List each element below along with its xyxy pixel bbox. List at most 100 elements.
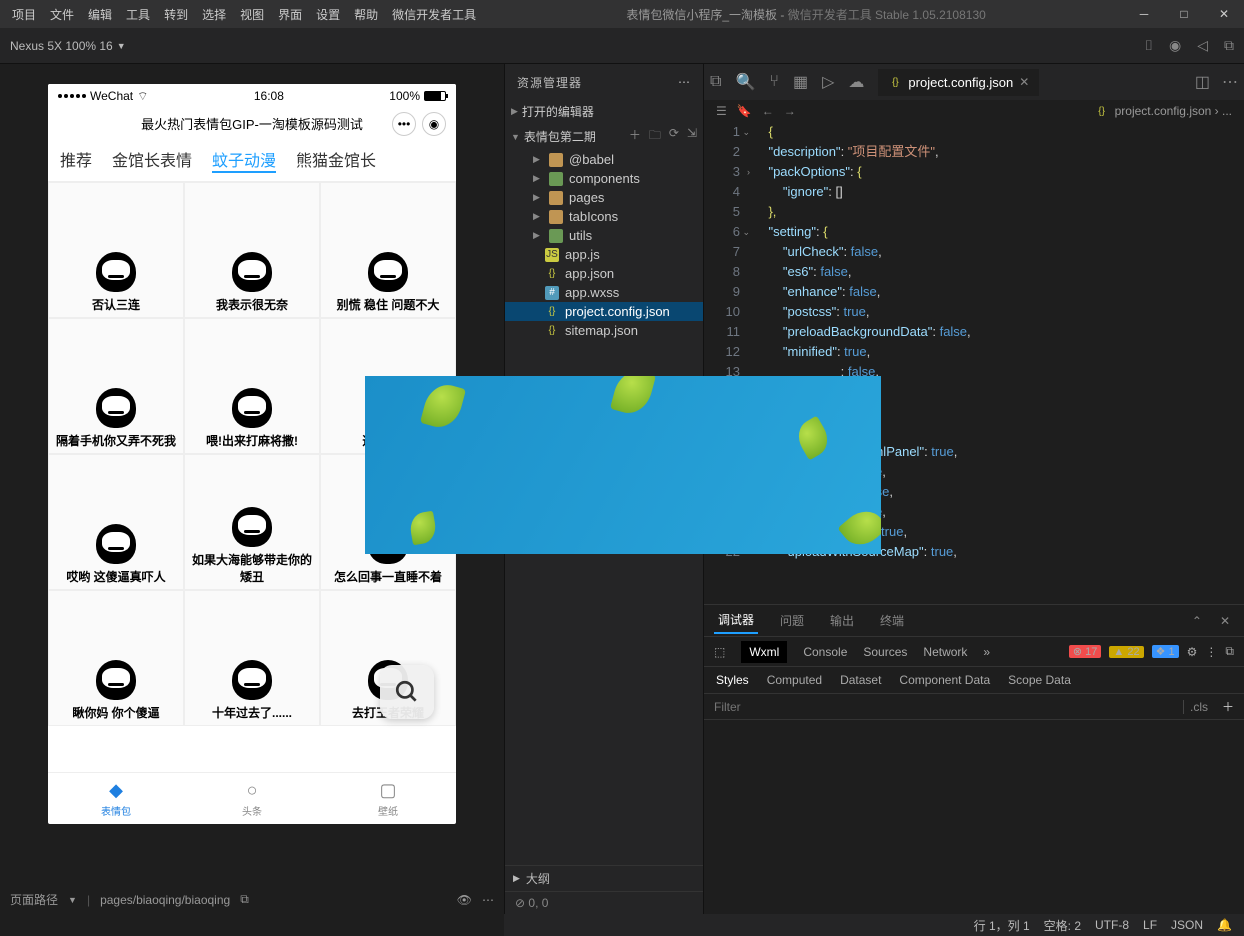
more-button[interactable]: ••• (392, 112, 416, 136)
caret-pos[interactable]: 行 1，列 1 (974, 917, 1030, 934)
project-root-section[interactable]: ▼表情包第二期 ＋ 🗀 ⟳ ⇲ (505, 123, 703, 150)
emoji-cell[interactable]: 哎哟 这傻逼真吓人 (48, 454, 184, 590)
folder-node[interactable]: ▶utils (505, 226, 703, 245)
fwd-icon[interactable]: → (784, 104, 796, 118)
encoding[interactable]: UTF-8 (1095, 918, 1129, 932)
send-icon[interactable]: ◁ (1197, 37, 1208, 54)
menu-item[interactable]: 选择 (196, 3, 232, 26)
styles-tab[interactable]: Styles (716, 673, 749, 687)
close-debugger-icon[interactable]: ✕ (1216, 610, 1234, 632)
file-node[interactable]: {}app.json (505, 264, 703, 283)
new-folder-icon[interactable]: 🗀 (649, 126, 661, 147)
kebab-icon[interactable]: ⋮ (1205, 645, 1217, 659)
menu-item[interactable]: 视图 (234, 3, 270, 26)
editor-tab[interactable]: {}project.config.json✕ (878, 69, 1040, 96)
emoji-cell[interactable]: 隔着手机你又弄不死我 (48, 318, 184, 454)
menu-item[interactable]: 编辑 (82, 3, 118, 26)
git-icon[interactable]: ⑂ (769, 73, 779, 91)
list-icon[interactable]: ☰ (716, 104, 727, 118)
search-fab[interactable] (380, 665, 434, 719)
more-icon[interactable]: ⋯ (1222, 72, 1238, 92)
devtools-overflow-icon[interactable]: » (983, 645, 990, 659)
emoji-cell[interactable]: 我表示很无奈 (184, 182, 320, 318)
copy-path-icon[interactable]: ⧉ (240, 892, 249, 907)
maximize-button[interactable]: □ (1164, 0, 1204, 28)
emoji-cell[interactable]: 喂!出来打麻将撒! (184, 318, 320, 454)
tab-network[interactable]: Network (923, 645, 967, 659)
split-icon[interactable]: ◫ (1195, 72, 1210, 92)
add-rule-icon[interactable]: ＋ (1214, 698, 1234, 715)
info-badge[interactable]: ❖ 1 (1152, 645, 1179, 658)
tab-sources[interactable]: Sources (863, 645, 907, 659)
debug-tab[interactable]: 输出 (826, 608, 858, 633)
file-node[interactable]: {}project.config.json (505, 302, 703, 321)
ext-icon[interactable]: ▦ (793, 72, 808, 92)
debug-tab[interactable]: 调试器 (714, 607, 758, 634)
nav-item[interactable]: ▢壁纸 (320, 773, 456, 824)
explorer-more-icon[interactable]: ⋯ (678, 75, 691, 89)
device-selector[interactable]: Nexus 5X 100% 16▼ (10, 39, 126, 53)
more-icon[interactable]: ⋯ (482, 893, 494, 907)
emoji-cell[interactable]: 如果大海能够带走你的矮丑 (184, 454, 320, 590)
bookmark-icon[interactable]: 🔖 (737, 104, 752, 118)
new-file-icon[interactable]: ＋ (629, 126, 641, 147)
collapse-debugger-icon[interactable]: ⌃ (1188, 610, 1206, 632)
file-node[interactable]: {}sitemap.json (505, 321, 703, 340)
outline-section[interactable]: ▶大纲 (505, 865, 703, 891)
debug-tab[interactable]: 终端 (876, 608, 908, 633)
cls-toggle[interactable]: .cls (1183, 700, 1214, 714)
files-icon[interactable]: ⧉ (710, 73, 721, 91)
warn-badge[interactable]: ▲ 22 (1109, 646, 1143, 658)
folder-node[interactable]: ▶@babel (505, 150, 703, 169)
menu-item[interactable]: 帮助 (348, 3, 384, 26)
open-editors-section[interactable]: ▶打开的编辑器 (505, 100, 703, 123)
styles-tab[interactable]: Computed (767, 673, 822, 687)
category-tab[interactable]: 熊猫金馆长 (296, 147, 376, 173)
category-tab[interactable]: 推荐 (60, 147, 92, 173)
eol[interactable]: LF (1143, 918, 1157, 932)
folder-node[interactable]: ▶components (505, 169, 703, 188)
menu-item[interactable]: 微信开发者工具 (386, 3, 482, 26)
close-tab-icon[interactable]: ✕ (1019, 75, 1029, 89)
gear-icon[interactable]: ⚙ (1187, 645, 1198, 659)
emoji-cell[interactable]: 十年过去了...... (184, 590, 320, 726)
file-node[interactable]: JSapp.js (505, 245, 703, 264)
search-icon[interactable]: 🔍 (735, 72, 755, 92)
category-tab[interactable]: 蚊子动漫 (212, 147, 276, 173)
menu-item[interactable]: 项目 (6, 3, 42, 26)
bell-icon[interactable]: 🔔 (1217, 918, 1232, 932)
phone-icon[interactable]: ⌷ (1145, 37, 1153, 54)
styles-tab[interactable]: Component Data (899, 673, 990, 687)
refresh-icon[interactable]: ⟳ (669, 126, 679, 147)
tab-console[interactable]: Console (803, 645, 847, 659)
error-badge[interactable]: ⊗ 17 (1069, 645, 1102, 658)
emoji-cell[interactable]: 别慌 稳住 问题不大 (320, 182, 456, 318)
nav-item[interactable]: ○头条 (184, 773, 320, 824)
menu-item[interactable]: 文件 (44, 3, 80, 26)
copy-icon[interactable]: ⧉ (1224, 37, 1234, 54)
file-node[interactable]: #app.wxss (505, 283, 703, 302)
debug-tab[interactable]: 问题 (776, 608, 808, 633)
close-button[interactable]: ✕ (1204, 0, 1244, 28)
minimize-button[interactable]: ─ (1124, 0, 1164, 28)
category-tab[interactable]: 金馆长表情 (112, 147, 192, 173)
emoji-cell[interactable]: 否认三连 (48, 182, 184, 318)
nav-item[interactable]: ◆表情包 (48, 773, 184, 824)
cloud-icon[interactable]: ☁ (848, 72, 864, 92)
back-icon[interactable]: ← (762, 104, 774, 118)
run-icon[interactable]: ▷ (822, 72, 834, 92)
menu-item[interactable]: 工具 (120, 3, 156, 26)
styles-tab[interactable]: Dataset (840, 673, 881, 687)
emoji-cell[interactable]: 瞅你妈 你个傻逼 (48, 590, 184, 726)
tab-wxml[interactable]: Wxml (741, 641, 787, 663)
eye-icon[interactable]: 👁 (457, 893, 472, 907)
lang-mode[interactable]: JSON (1171, 918, 1203, 932)
indent[interactable]: 空格: 2 (1044, 917, 1081, 934)
target-button[interactable]: ◉ (422, 112, 446, 136)
folder-node[interactable]: ▶pages (505, 188, 703, 207)
menu-item[interactable]: 设置 (310, 3, 346, 26)
styles-tab[interactable]: Scope Data (1008, 673, 1071, 687)
record-icon[interactable]: ◉ (1169, 37, 1181, 54)
dock-icon[interactable]: ⧉ (1225, 644, 1234, 659)
menu-item[interactable]: 界面 (272, 3, 308, 26)
